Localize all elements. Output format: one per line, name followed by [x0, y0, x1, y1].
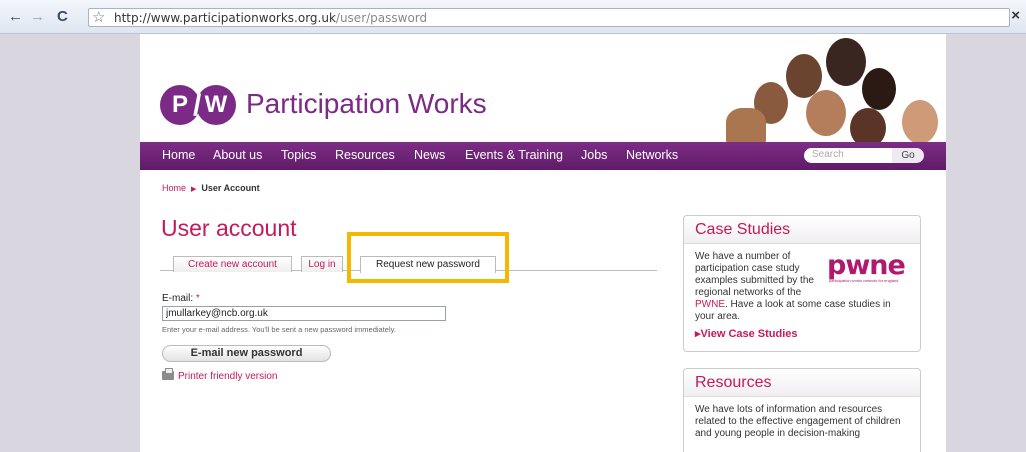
page-title: User account — [161, 215, 297, 241]
left-gutter — [0, 34, 140, 452]
search-input[interactable]: Search — [804, 148, 896, 163]
resources-box: Resources We have lots of information an… — [683, 368, 921, 452]
nav-item-home[interactable]: Home — [162, 148, 195, 162]
case-studies-box: Case Studies We have a number of partici… — [683, 215, 921, 352]
case-studies-title: Case Studies — [684, 216, 920, 244]
logo-slash: / — [193, 89, 202, 122]
breadcrumb-current: User Account — [201, 183, 260, 193]
email-help-text: Enter your e-mail address. You'll be sen… — [162, 325, 396, 334]
tab-log-in[interactable]: Log in — [301, 256, 343, 272]
email-label: E-mail: * — [162, 293, 200, 304]
back-icon[interactable]: ← — [8, 9, 23, 25]
pwne-logo: pwne — [827, 250, 906, 281]
nav-item-about-us[interactable]: About us — [213, 148, 262, 162]
url-path: /user/password — [335, 11, 428, 25]
reload-icon[interactable]: C — [57, 9, 68, 25]
pwne-link[interactable]: PWNE — [695, 299, 725, 310]
browser-toolbar: ← → C ☆ http://www.participationworks.or… — [0, 0, 1026, 34]
resources-title: Resources — [684, 369, 920, 397]
highlight-box — [347, 232, 509, 283]
header-photo — [706, 38, 944, 150]
nav-item-topics[interactable]: Topics — [281, 148, 316, 162]
tab-create-new-account[interactable]: Create new account — [173, 256, 292, 272]
search-go-button[interactable]: Go — [892, 148, 924, 163]
required-mark: * — [195, 293, 200, 304]
forward-icon[interactable]: → — [30, 9, 45, 25]
view-case-studies-link[interactable]: ▸View Case Studies — [695, 328, 909, 340]
bookmark-star-icon[interactable]: ☆ — [92, 8, 105, 26]
site-name[interactable]: Participation Works — [246, 88, 487, 120]
nav-item-networks[interactable]: Networks — [626, 148, 678, 162]
right-gutter — [946, 34, 1026, 452]
nav-item-events-training[interactable]: Events & Training — [465, 148, 563, 162]
breadcrumb: Home ▶ User Account — [162, 183, 260, 193]
email-new-password-button[interactable]: E-mail new password — [162, 345, 331, 362]
printer-friendly-link[interactable]: Printer friendly version — [162, 368, 278, 382]
site-logo-icon[interactable]: P W / — [160, 85, 236, 125]
nav-item-jobs[interactable]: Jobs — [581, 148, 607, 162]
resources-body: We have lots of information and resource… — [695, 404, 901, 439]
printer-icon — [162, 368, 174, 380]
address-url[interactable]: http://www.participationworks.org.uk/use… — [114, 11, 427, 25]
close-icon[interactable]: × — [1011, 7, 1020, 24]
email-field[interactable] — [162, 306, 446, 321]
nav-item-resources[interactable]: Resources — [335, 148, 395, 162]
breadcrumb-home[interactable]: Home — [162, 183, 186, 193]
case-studies-text-2: . Have a look at some case studies in yo… — [695, 299, 891, 322]
case-studies-text-line: PWNE. Have a look at some case studies i… — [695, 299, 909, 323]
case-studies-intro: We have a number of participation case s… — [695, 251, 823, 299]
logo-w: W — [196, 85, 236, 125]
url-host: http://www.participationworks.org.uk — [114, 11, 336, 25]
nav-item-news[interactable]: News — [414, 148, 445, 162]
case-studies-text-1: We have a number of participation case s… — [695, 251, 814, 298]
printer-link-label: Printer friendly version — [178, 371, 278, 382]
pwne-logo-subtext: participation works network for england — [829, 278, 899, 283]
breadcrumb-separator-icon: ▶ — [191, 186, 197, 193]
email-label-text: E-mail: — [162, 293, 194, 304]
